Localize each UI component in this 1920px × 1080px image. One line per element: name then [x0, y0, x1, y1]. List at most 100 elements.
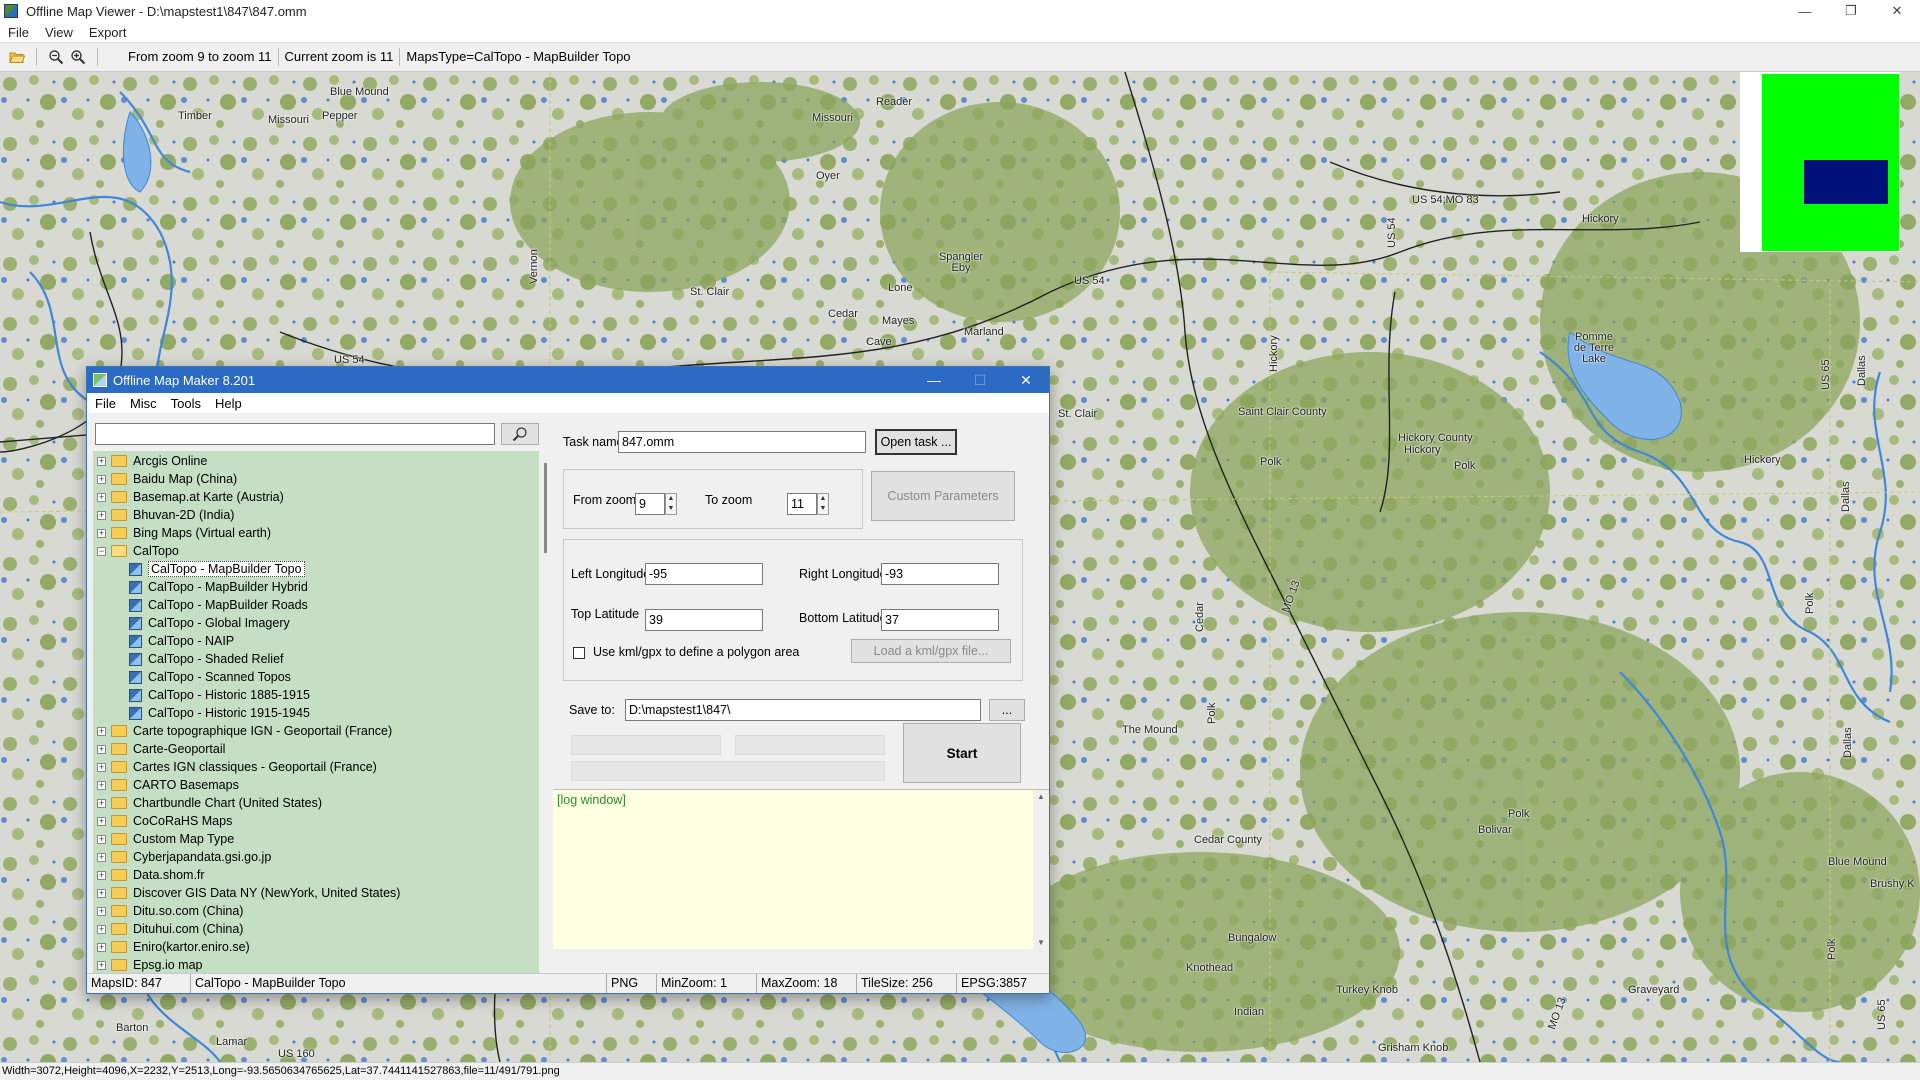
close-button[interactable]: ✕: [1874, 0, 1920, 22]
save-to-input[interactable]: [625, 699, 981, 721]
tree-item[interactable]: + Chartbundle Chart (United States): [93, 794, 322, 812]
expand-icon[interactable]: +: [97, 726, 106, 736]
tree-item[interactable]: + Epsg.io map: [93, 956, 202, 973]
from-zoom-input[interactable]: [635, 493, 665, 515]
spin-down-icon[interactable]: ▼: [666, 504, 676, 514]
tree-item[interactable]: + Bing Maps (Virtual earth): [93, 524, 271, 542]
task-name-input[interactable]: [618, 431, 866, 453]
to-zoom-spinner[interactable]: ▲ ▼: [817, 493, 829, 515]
dialog-menu-file[interactable]: File: [95, 396, 116, 411]
dialog-close-button[interactable]: ✕: [1003, 367, 1049, 393]
menu-export[interactable]: Export: [89, 25, 127, 40]
menu-file[interactable]: File: [8, 25, 29, 40]
expand-icon[interactable]: +: [97, 798, 106, 808]
expand-icon[interactable]: +: [97, 888, 106, 898]
browse-folder-button[interactable]: ...: [989, 699, 1025, 721]
minimize-button[interactable]: —: [1782, 0, 1828, 22]
tree-item[interactable]: CalTopo - Shaded Relief: [111, 650, 284, 668]
kml-polygon-checkbox[interactable]: [573, 647, 585, 659]
expand-icon[interactable]: +: [97, 762, 106, 772]
restore-button[interactable]: ❐: [1828, 0, 1874, 22]
tree-item[interactable]: CalTopo - Historic 1915-1945: [111, 704, 310, 722]
expand-icon[interactable]: +: [97, 852, 106, 862]
tree-item-label: CalTopo - Historic 1915-1945: [148, 706, 310, 720]
spin-down-icon[interactable]: ▼: [818, 504, 828, 514]
tree-item[interactable]: + Carte topographique IGN - Geoportail (F…: [93, 722, 392, 740]
search-button[interactable]: [501, 423, 539, 445]
load-kml-button[interactable]: Load a kml/gpx file...: [851, 639, 1011, 663]
tree-item[interactable]: + Basemap.at Karte (Austria): [93, 488, 284, 506]
tree-item[interactable]: CalTopo - MapBuilder Topo: [111, 560, 305, 578]
tree-item[interactable]: + Data.shom.fr: [93, 866, 205, 884]
custom-parameters-button[interactable]: Custom Parameters: [871, 471, 1015, 521]
expand-icon[interactable]: +: [97, 960, 106, 970]
tree-item[interactable]: + Dituhui.com (China): [93, 920, 243, 938]
tree-item[interactable]: CalTopo - NAIP: [111, 632, 234, 650]
zoom-out-icon[interactable]: [45, 46, 67, 68]
tree-item[interactable]: + Bhuvan-2D (India): [93, 506, 234, 524]
tree-item[interactable]: CalTopo - Historic 1885-1915: [111, 686, 310, 704]
spin-up-icon[interactable]: ▲: [666, 494, 676, 504]
zoom-range-text: From zoom 9 to zoom 11: [122, 48, 279, 66]
tree-item[interactable]: + CoCoRaHS Maps: [93, 812, 232, 830]
from-zoom-spinner[interactable]: ▲ ▼: [665, 493, 677, 515]
expand-icon[interactable]: +: [97, 474, 106, 484]
expand-icon[interactable]: +: [97, 816, 106, 826]
expand-icon[interactable]: +: [97, 834, 106, 844]
tree-item[interactable]: CalTopo - Global Imagery: [111, 614, 290, 632]
expand-icon[interactable]: +: [97, 780, 106, 790]
tree-item[interactable]: + Cyberjapandata.gsi.go.jp: [93, 848, 271, 866]
tree-item[interactable]: + CARTO Basemaps: [93, 776, 239, 794]
tree-item[interactable]: + Baidu Map (China): [93, 470, 237, 488]
map-type-tree[interactable]: + Arcgis Online + Baidu Map (China) + Basemap…: [93, 451, 539, 973]
dialog-menu-misc[interactable]: Misc: [130, 396, 157, 411]
dialog-menu-tools[interactable]: Tools: [171, 396, 201, 411]
tree-item[interactable]: + Discover GIS Data NY (NewYork, United S…: [93, 884, 400, 902]
spin-up-icon[interactable]: ▲: [818, 494, 828, 504]
open-folder-icon[interactable]: [6, 46, 28, 68]
expand-icon[interactable]: +: [97, 906, 106, 916]
expand-icon[interactable]: +: [97, 924, 106, 934]
log-scrollbar[interactable]: ▲ ▼: [1033, 790, 1049, 950]
scroll-up-icon[interactable]: ▲: [1033, 790, 1049, 804]
expand-icon[interactable]: +: [97, 456, 106, 466]
top-latitude-input[interactable]: [645, 609, 763, 631]
dialog-menu-help[interactable]: Help: [215, 396, 242, 411]
tree-item[interactable]: CalTopo - MapBuilder Hybrid: [111, 578, 308, 596]
overview-minimap[interactable]: [1740, 72, 1900, 252]
dialog-minimize-button[interactable]: —: [911, 367, 957, 393]
expand-icon[interactable]: +: [97, 492, 106, 502]
tree-item[interactable]: CalTopo - MapBuilder Roads: [111, 596, 308, 614]
dialog-title-bar[interactable]: Offline Map Maker 8.201 — ☐ ✕: [87, 367, 1049, 393]
overview-viewport-rect[interactable]: [1804, 160, 1888, 204]
tree-item[interactable]: + Cartes IGN classiques - Geoportail (Fra…: [93, 758, 377, 776]
zoom-in-icon[interactable]: [67, 46, 89, 68]
dialog-maximize-button[interactable]: ☐: [957, 367, 1003, 393]
tree-item[interactable]: CalTopo - Scanned Topos: [111, 668, 291, 686]
expand-icon[interactable]: +: [97, 528, 106, 538]
menu-view[interactable]: View: [45, 25, 73, 40]
start-button[interactable]: Start: [903, 723, 1021, 783]
bottom-latitude-input[interactable]: [881, 609, 999, 631]
scrollbar-thumb[interactable]: [544, 463, 547, 553]
right-longitude-input[interactable]: [881, 563, 999, 585]
log-window[interactable]: [log window] ▲ ▼: [553, 789, 1049, 950]
collapse-icon[interactable]: −: [97, 546, 106, 556]
open-task-button[interactable]: Open task ...: [875, 429, 957, 455]
tree-item[interactable]: − CalTopo: [93, 542, 179, 560]
scroll-down-icon[interactable]: ▼: [1033, 936, 1049, 950]
search-input[interactable]: [95, 423, 495, 445]
expand-icon[interactable]: +: [97, 744, 106, 754]
to-zoom-input[interactable]: [787, 493, 817, 515]
toolbar: From zoom 9 to zoom 11 Current zoom is 1…: [0, 42, 1920, 72]
tree-item[interactable]: + Carte-Geoportail: [93, 740, 225, 758]
expand-icon[interactable]: +: [97, 942, 106, 952]
top-latitude-label: Top Latitude: [571, 607, 640, 621]
tree-item[interactable]: + Ditu.so.com (China): [93, 902, 243, 920]
left-longitude-input[interactable]: [645, 563, 763, 585]
expand-icon[interactable]: +: [97, 510, 106, 520]
tree-item[interactable]: + Arcgis Online: [93, 452, 207, 470]
tree-item[interactable]: + Eniro(kartor.eniro.se): [93, 938, 250, 956]
tree-item[interactable]: + Custom Map Type: [93, 830, 234, 848]
expand-icon[interactable]: +: [97, 870, 106, 880]
